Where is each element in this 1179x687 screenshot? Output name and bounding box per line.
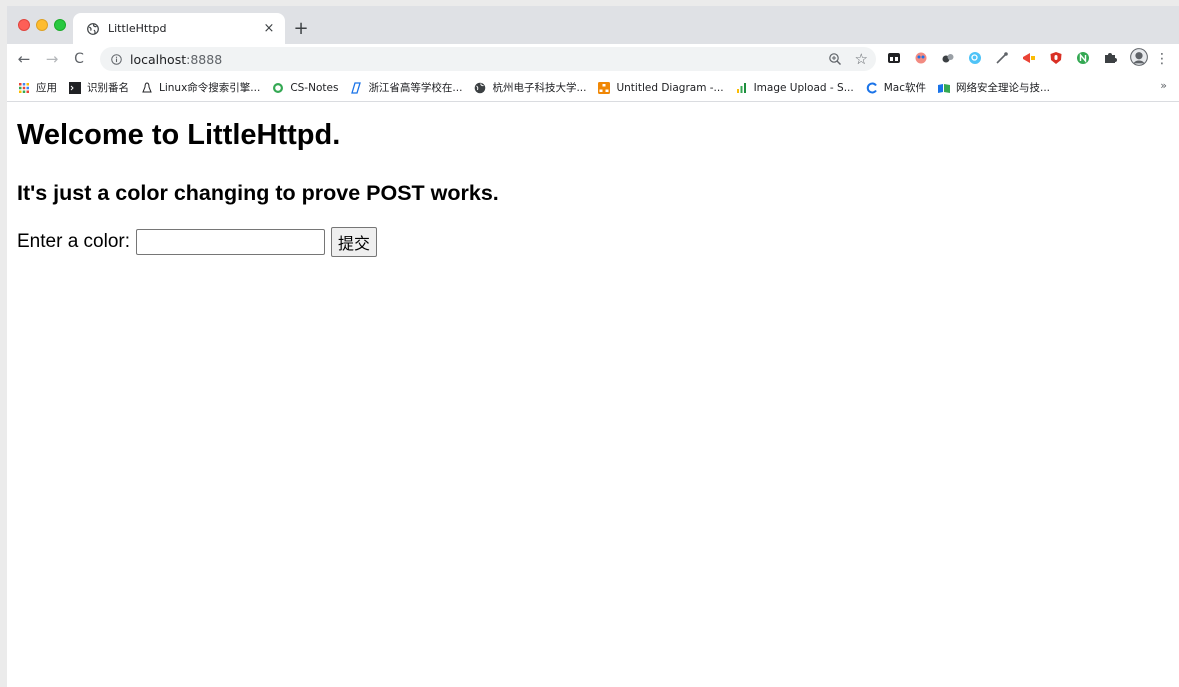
ext-megaphone-icon[interactable] — [1022, 51, 1036, 65]
bookmark-label: Image Upload - S... — [753, 81, 854, 94]
tab-strip: LittleHttpd × + — [7, 6, 1179, 44]
bookmark-star-icon[interactable]: ☆ — [855, 49, 868, 69]
forward-button[interactable]: → — [42, 49, 62, 69]
page-content: Welcome to LittleHttpd. It's just a colo… — [7, 102, 1179, 257]
tux-icon — [142, 81, 152, 92]
url-host: localhost — [130, 51, 187, 67]
drawio-icon — [598, 81, 611, 94]
ext-n-icon[interactable] — [1076, 51, 1090, 65]
url-text: localhost:8888 — [130, 52, 222, 67]
bar-chart-icon — [736, 82, 746, 93]
bookmark-label: 浙江省高等学校在... — [368, 82, 463, 94]
browser-menu-icon[interactable]: ⋮ — [1155, 49, 1169, 69]
address-bar[interactable]: localhost:8888 ☆ — [100, 47, 876, 71]
back-button[interactable]: ← — [14, 49, 34, 69]
ext-balls-icon[interactable] — [941, 51, 955, 65]
globe-icon — [87, 22, 99, 35]
close-tab-icon[interactable]: × — [261, 21, 277, 37]
ext-puzzle-icon[interactable] — [1103, 51, 1117, 65]
tab-littlehttpd[interactable]: LittleHttpd × — [73, 13, 285, 44]
tab-title: LittleHttpd — [108, 22, 167, 35]
url-port: :8888 — [186, 51, 223, 67]
bookmark-label: 网络安全理论与技... — [956, 82, 1051, 94]
maximize-window-button[interactable] — [54, 19, 66, 31]
minimize-window-button[interactable] — [36, 19, 48, 31]
zoom-icon[interactable] — [828, 52, 842, 66]
new-tab-button[interactable]: + — [291, 19, 311, 39]
zj-logo-icon — [351, 81, 362, 94]
extension-icons — [887, 48, 1161, 66]
circle-icon — [273, 82, 284, 93]
bookmark-label: 识别番名 — [87, 82, 129, 94]
bookmark-label: CS-Notes — [290, 81, 339, 94]
color-label: Enter a color: — [17, 231, 130, 252]
bookmark-linux-search[interactable]: Linux命令搜索引擎... — [141, 80, 260, 95]
ext-ghost-icon[interactable] — [914, 51, 928, 65]
bookmark-shibiefanming[interactable]: 识别番名 — [69, 80, 129, 95]
bookmarks-overflow-icon[interactable]: » — [1160, 79, 1167, 92]
bookmark-image-upload[interactable]: Image Upload - S... — [736, 82, 854, 94]
folder-flag-icon — [938, 83, 950, 93]
bookmark-untitled-diagram[interactable]: Untitled Diagram -... — [598, 81, 724, 94]
color-form: Enter a color: 提交 — [17, 227, 1179, 257]
bookmark-hdu[interactable]: 杭州电子科技大学... — [474, 80, 586, 95]
bookmark-label: Linux命令搜索引擎... — [159, 82, 261, 94]
page-title: Welcome to LittleHttpd. — [17, 119, 341, 151]
globe-icon — [475, 82, 486, 93]
ext-folder-icon[interactable] — [887, 51, 901, 65]
close-window-button[interactable] — [18, 19, 30, 31]
bookmark-mac-software[interactable]: Mac软件 — [866, 80, 926, 95]
ext-avatar-icon[interactable] — [1130, 48, 1148, 66]
color-input[interactable] — [136, 229, 325, 255]
bookmark-network-security[interactable]: 网络安全理论与技... — [938, 80, 1050, 95]
bookmark-label: 应用 — [36, 82, 57, 94]
toolbar: ← → C localhost:8888 ☆ ⋮ — [7, 44, 1179, 74]
submit-button[interactable]: 提交 — [331, 227, 378, 257]
page-subtitle: It's just a color changing to prove POST… — [17, 181, 499, 205]
bookmark-apps[interactable]: 应用 — [18, 80, 57, 95]
c-logo-icon — [866, 82, 877, 93]
info-icon[interactable] — [111, 53, 122, 65]
ext-search-icon[interactable] — [968, 51, 982, 65]
ext-pipette-icon[interactable] — [995, 51, 1009, 65]
apps-grid-icon — [19, 82, 29, 93]
ext-ublock-icon[interactable] — [1049, 51, 1063, 65]
reload-button[interactable]: C — [69, 49, 89, 69]
bookmark-label: Untitled Diagram -... — [616, 81, 724, 94]
bookmark-label: 杭州电子科技大学... — [492, 82, 587, 94]
terminal-icon — [69, 81, 81, 94]
browser-window: LittleHttpd × + ← → C localhost:8888 ☆ ⋮… — [0, 0, 1179, 687]
bookmarks-bar: 应用 识别番名 Linux命令搜索引擎... CS-Notes 浙江省高等学校在… — [7, 74, 1179, 102]
bookmark-zhejiang-edu[interactable]: 浙江省高等学校在... — [350, 80, 462, 95]
bookmark-cs-notes[interactable]: CS-Notes — [272, 82, 338, 94]
bookmark-label: Mac软件 — [883, 82, 926, 94]
